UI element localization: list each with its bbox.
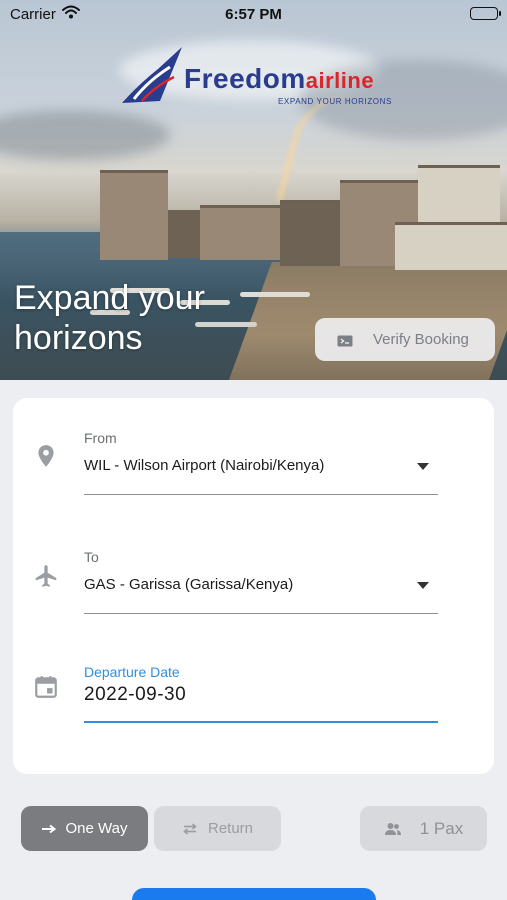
building xyxy=(418,165,500,225)
location-pin-icon xyxy=(38,445,54,467)
from-label: From xyxy=(84,430,117,446)
chevron-down-icon[interactable] xyxy=(417,582,429,589)
cloud-decoration xyxy=(0,110,170,160)
chevron-down-icon[interactable] xyxy=(417,463,429,470)
arrow-right-icon xyxy=(41,824,56,834)
building xyxy=(280,200,340,266)
brand-logo: Freedomairline EXPAND YOUR HORIZONS xyxy=(120,45,395,107)
return-button[interactable]: Return xyxy=(154,806,281,851)
building xyxy=(200,205,280,260)
airplane-icon xyxy=(35,565,57,587)
battery-icon xyxy=(470,7,501,20)
status-bar: Carrier 6:57 PM xyxy=(0,0,507,30)
departure-date-value[interactable]: 2022-09-30 xyxy=(84,684,186,706)
verify-booking-button[interactable]: Verify Booking xyxy=(315,318,495,361)
to-label: To xyxy=(84,549,99,565)
one-way-label: One Way xyxy=(65,820,128,837)
building xyxy=(100,170,168,260)
people-icon xyxy=(384,822,402,836)
clock: 6:57 PM xyxy=(225,6,282,23)
building xyxy=(395,222,507,270)
brand-word-primary: Freedom xyxy=(184,63,306,94)
swap-arrows-icon xyxy=(182,822,198,835)
booking-form-card: From WIL - Wilson Airport (Nairobi/Kenya… xyxy=(13,398,494,774)
brand-tagline: EXPAND YOUR HORIZONS xyxy=(278,97,392,106)
from-underline xyxy=(84,494,438,495)
airline-tail-icon xyxy=(122,47,182,103)
verify-booking-label: Verify Booking xyxy=(373,331,469,348)
ticket-icon xyxy=(337,334,353,346)
return-label: Return xyxy=(207,820,254,837)
hero-title: Expand your horizons xyxy=(14,279,205,357)
to-value[interactable]: GAS - Garissa (Garissa/Kenya) xyxy=(84,576,293,593)
one-way-button[interactable]: One Way xyxy=(21,806,148,851)
search-flights-button[interactable] xyxy=(132,888,376,900)
brand-wordmark: Freedomairline xyxy=(184,63,374,95)
passenger-count-button[interactable]: 1 Pax xyxy=(360,806,487,851)
from-value[interactable]: WIL - Wilson Airport (Nairobi/Kenya) xyxy=(84,457,324,474)
brand-word-secondary: airline xyxy=(305,68,375,93)
departure-date-underline xyxy=(84,721,438,723)
to-underline xyxy=(84,613,438,614)
departure-date-label: Departure Date xyxy=(84,664,180,680)
calendar-icon xyxy=(35,676,57,698)
passenger-count-label: 1 Pax xyxy=(419,818,464,838)
